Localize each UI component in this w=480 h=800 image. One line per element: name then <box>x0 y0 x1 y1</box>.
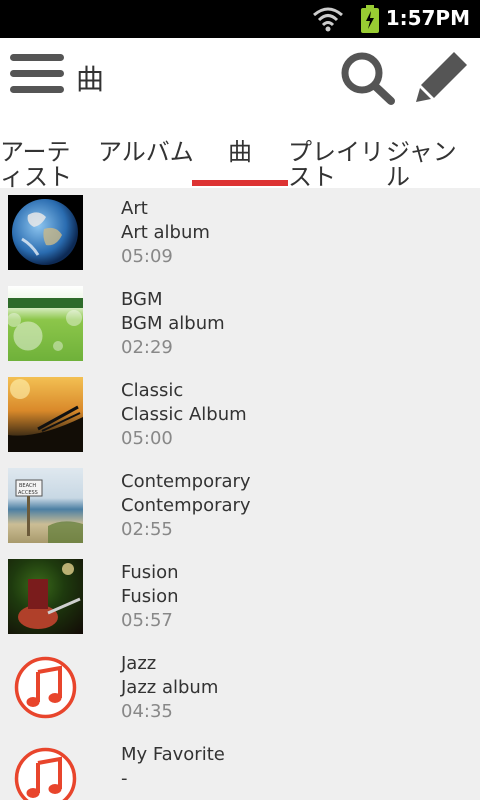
song-duration: 02:29 <box>121 337 173 358</box>
page-title: 曲 <box>76 63 105 96</box>
song-duration: 04:35 <box>121 701 173 722</box>
boat-sunset-photo <box>8 377 83 452</box>
status-time: 1:57PM <box>385 6 470 30</box>
song-title: Fusion <box>121 562 179 583</box>
song-duration: 05:00 <box>121 428 173 449</box>
tab-playlist[interactable]: プレイリスト <box>288 140 384 190</box>
music-note-icon <box>8 741 83 800</box>
song-title: Art <box>121 198 148 219</box>
list-item[interactable]: BGM BGM album 02:29 <box>0 279 480 370</box>
tab-songs[interactable]: 曲 <box>228 140 258 165</box>
action-bar: 曲 <box>0 38 480 118</box>
list-item[interactable]: BEACH ACCESS Contemporary Contemporary 0… <box>0 461 480 552</box>
song-title: Contemporary <box>121 471 251 492</box>
list-item[interactable]: Jazz Jazz album 04:35 <box>0 643 480 734</box>
wifi-icon <box>313 7 343 32</box>
music-note-icon <box>8 650 83 725</box>
list-item[interactable]: Art Art album 05:09 <box>0 188 480 279</box>
selected-tab-indicator <box>192 180 288 186</box>
beach-access-photo: BEACH ACCESS <box>8 468 83 543</box>
search-icon[interactable] <box>338 50 396 106</box>
earth-photo <box>8 195 83 270</box>
song-title: My Favorite <box>121 744 225 765</box>
song-duration: 05:09 <box>121 246 173 267</box>
list-item[interactable]: Classic Classic Album 05:00 <box>0 370 480 461</box>
svg-text:BEACH: BEACH <box>19 483 36 489</box>
bubbles-field-photo <box>8 286 83 361</box>
list-item[interactable]: Fusion Fusion 05:57 <box>0 552 480 643</box>
song-album: Fusion <box>121 586 179 607</box>
song-duration: 05:57 <box>121 610 173 631</box>
song-album: Jazz album <box>121 677 219 698</box>
battery-charging-icon <box>361 5 379 33</box>
song-title: BGM <box>121 289 163 310</box>
song-title: Jazz <box>121 653 157 674</box>
tab-album[interactable]: アルバム <box>98 140 194 165</box>
list-item[interactable]: My Favorite - <box>0 734 480 800</box>
tab-artist[interactable]: アーティスト <box>0 140 92 190</box>
tab-bar: アーティスト アルバム 曲 プレイリスト ジャンル <box>0 118 480 190</box>
svg-text:ACCESS: ACCESS <box>18 490 38 496</box>
song-album: BGM album <box>121 313 225 334</box>
guitarist-photo <box>8 559 83 634</box>
song-album: Contemporary <box>121 495 251 516</box>
song-album: Classic Album <box>121 404 247 425</box>
status-bar: 1:57PM <box>0 0 480 38</box>
tab-genre[interactable]: ジャンル <box>386 140 480 190</box>
song-album: Art album <box>121 222 210 243</box>
edit-icon[interactable] <box>414 50 470 104</box>
song-duration: 02:55 <box>121 519 173 540</box>
song-album: - <box>121 768 128 789</box>
menu-icon[interactable] <box>10 54 66 102</box>
song-title: Classic <box>121 380 184 401</box>
